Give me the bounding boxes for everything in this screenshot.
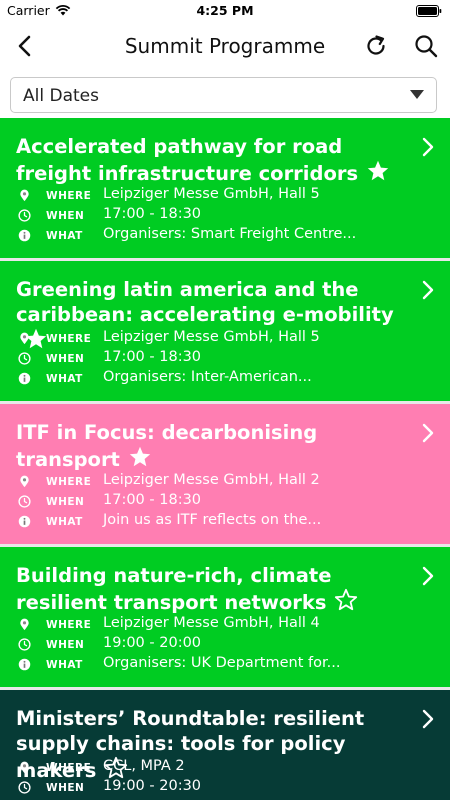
session-when-row: WHEN 17:00 - 18:30 — [16, 349, 436, 369]
status-bar: Carrier 4:25 PM — [0, 0, 450, 22]
session-when-value: 17:00 - 18:30 — [103, 349, 202, 365]
clock-icon — [18, 495, 31, 508]
session-where-row: WHERE Leipziger Messe GmbH, Hall 4 — [16, 615, 436, 635]
session-where-value: Leipziger Messe GmbH, Hall 5 — [103, 329, 320, 345]
session-card[interactable]: Accelerated pathway for road freight inf… — [0, 118, 450, 258]
session-what-value: Organisers: Inter-American... — [103, 369, 312, 385]
chevron-right-icon[interactable] — [420, 565, 436, 587]
session-where-label: WHERE — [46, 619, 92, 631]
session-title-text: ITF in Focus: decarbonising transport — [16, 421, 318, 471]
session-what-row: WHAT Join us as ITF reflects on the... — [16, 512, 436, 532]
favorite-star-filled-icon[interactable] — [128, 445, 152, 469]
chevron-right-icon[interactable] — [420, 136, 436, 158]
info-icon — [18, 515, 31, 528]
search-icon[interactable] — [412, 32, 440, 60]
favorite-star-outline-icon[interactable] — [334, 588, 358, 612]
clock-icon — [18, 352, 31, 365]
info-icon — [18, 372, 31, 385]
session-when-value: 19:00 - 20:30 — [103, 778, 202, 794]
chevron-right-icon[interactable] — [420, 422, 436, 444]
location-pin-icon — [18, 761, 31, 774]
session-card[interactable]: Ministers’ Roundtable: resilient supply … — [0, 690, 450, 800]
session-what-label: WHAT — [46, 373, 83, 385]
session-card[interactable]: ITF in Focus: decarbonising transport WHE… — [0, 404, 450, 544]
session-title: Accelerated pathway for road freight inf… — [16, 134, 406, 186]
session-where-row: WHERE Leipziger Messe GmbH, Hall 5 — [16, 329, 436, 349]
session-where-value: Leipziger Messe GmbH, Hall 5 — [103, 186, 320, 202]
session-title: Building nature-rich, climate resilient … — [16, 563, 406, 615]
session-where-value: Leipziger Messe GmbH, Hall 4 — [103, 615, 320, 631]
session-title-text: Accelerated pathway for road freight inf… — [16, 135, 359, 185]
session-when-row: WHEN 19:00 - 20:00 — [16, 635, 436, 655]
session-what-label: WHAT — [46, 516, 83, 528]
session-when-label: WHEN — [46, 210, 85, 222]
clock-icon — [18, 781, 31, 794]
session-what-value: Join us as ITF reflects on the... — [103, 512, 322, 528]
session-list[interactable]: Accelerated pathway for road freight inf… — [0, 118, 450, 800]
info-icon — [18, 229, 31, 242]
status-time: 4:25 PM — [196, 3, 254, 18]
favorite-star-filled-icon[interactable] — [366, 159, 390, 183]
location-pin-icon — [18, 618, 31, 631]
session-title-text: Greening latin america and the caribbean… — [16, 278, 394, 326]
location-pin-icon — [18, 332, 31, 345]
session-what-row: WHAT Organisers: UK Department for... — [16, 655, 436, 675]
battery-icon — [416, 5, 442, 17]
session-where-label: WHERE — [46, 762, 92, 774]
session-when-row: WHEN 17:00 - 18:30 — [16, 206, 436, 226]
date-filter-dropdown[interactable]: All Dates — [10, 77, 437, 113]
session-card[interactable]: Greening latin america and the caribbean… — [0, 261, 450, 401]
chevron-right-icon[interactable] — [420, 279, 436, 301]
dropdown-caret-icon — [410, 90, 424, 99]
session-where-label: WHERE — [46, 190, 92, 202]
session-card[interactable]: Building nature-rich, climate resilient … — [0, 547, 450, 687]
session-when-label: WHEN — [46, 353, 85, 365]
session-when-value: 17:00 - 18:30 — [103, 206, 202, 222]
refresh-icon[interactable] — [362, 32, 390, 60]
session-where-label: WHERE — [46, 476, 92, 488]
session-where-label: WHERE — [46, 333, 92, 345]
session-when-row: WHEN 17:00 - 18:30 — [16, 492, 436, 512]
session-when-value: 17:00 - 18:30 — [103, 492, 202, 508]
location-pin-icon — [18, 189, 31, 202]
date-filter-value: All Dates — [23, 86, 99, 106]
session-when-value: 19:00 - 20:00 — [103, 635, 202, 651]
clock-icon — [18, 638, 31, 651]
session-what-label: WHAT — [46, 659, 83, 671]
session-what-value: Organisers: UK Department for... — [103, 655, 341, 671]
session-what-row: WHAT Organisers: Inter-American... — [16, 369, 436, 389]
session-title: ITF in Focus: decarbonising transport — [16, 420, 406, 472]
session-title-text: Building nature-rich, climate resilient … — [16, 564, 332, 614]
session-what-label: WHAT — [46, 230, 83, 242]
session-where-row: WHERE Leipziger Messe GmbH, Hall 2 — [16, 472, 436, 492]
session-where-value: CCL, MPA 2 — [103, 758, 185, 774]
session-where-row: WHERE Leipziger Messe GmbH, Hall 5 — [16, 186, 436, 206]
session-where-value: Leipziger Messe GmbH, Hall 2 — [103, 472, 320, 488]
location-pin-icon — [18, 475, 31, 488]
chevron-right-icon[interactable] — [420, 708, 436, 730]
session-when-row: WHEN 19:00 - 20:30 — [16, 778, 436, 798]
session-when-label: WHEN — [46, 782, 85, 794]
info-icon — [18, 658, 31, 671]
navigation-bar: Summit Programme — [0, 22, 450, 70]
session-where-row: WHERE CCL, MPA 2 — [16, 758, 436, 778]
session-what-row: WHAT Organisers: Smart Freight Centre... — [16, 226, 436, 246]
session-when-label: WHEN — [46, 496, 85, 508]
session-when-label: WHEN — [46, 639, 85, 651]
session-what-value: Organisers: Smart Freight Centre... — [103, 226, 357, 242]
clock-icon — [18, 209, 31, 222]
